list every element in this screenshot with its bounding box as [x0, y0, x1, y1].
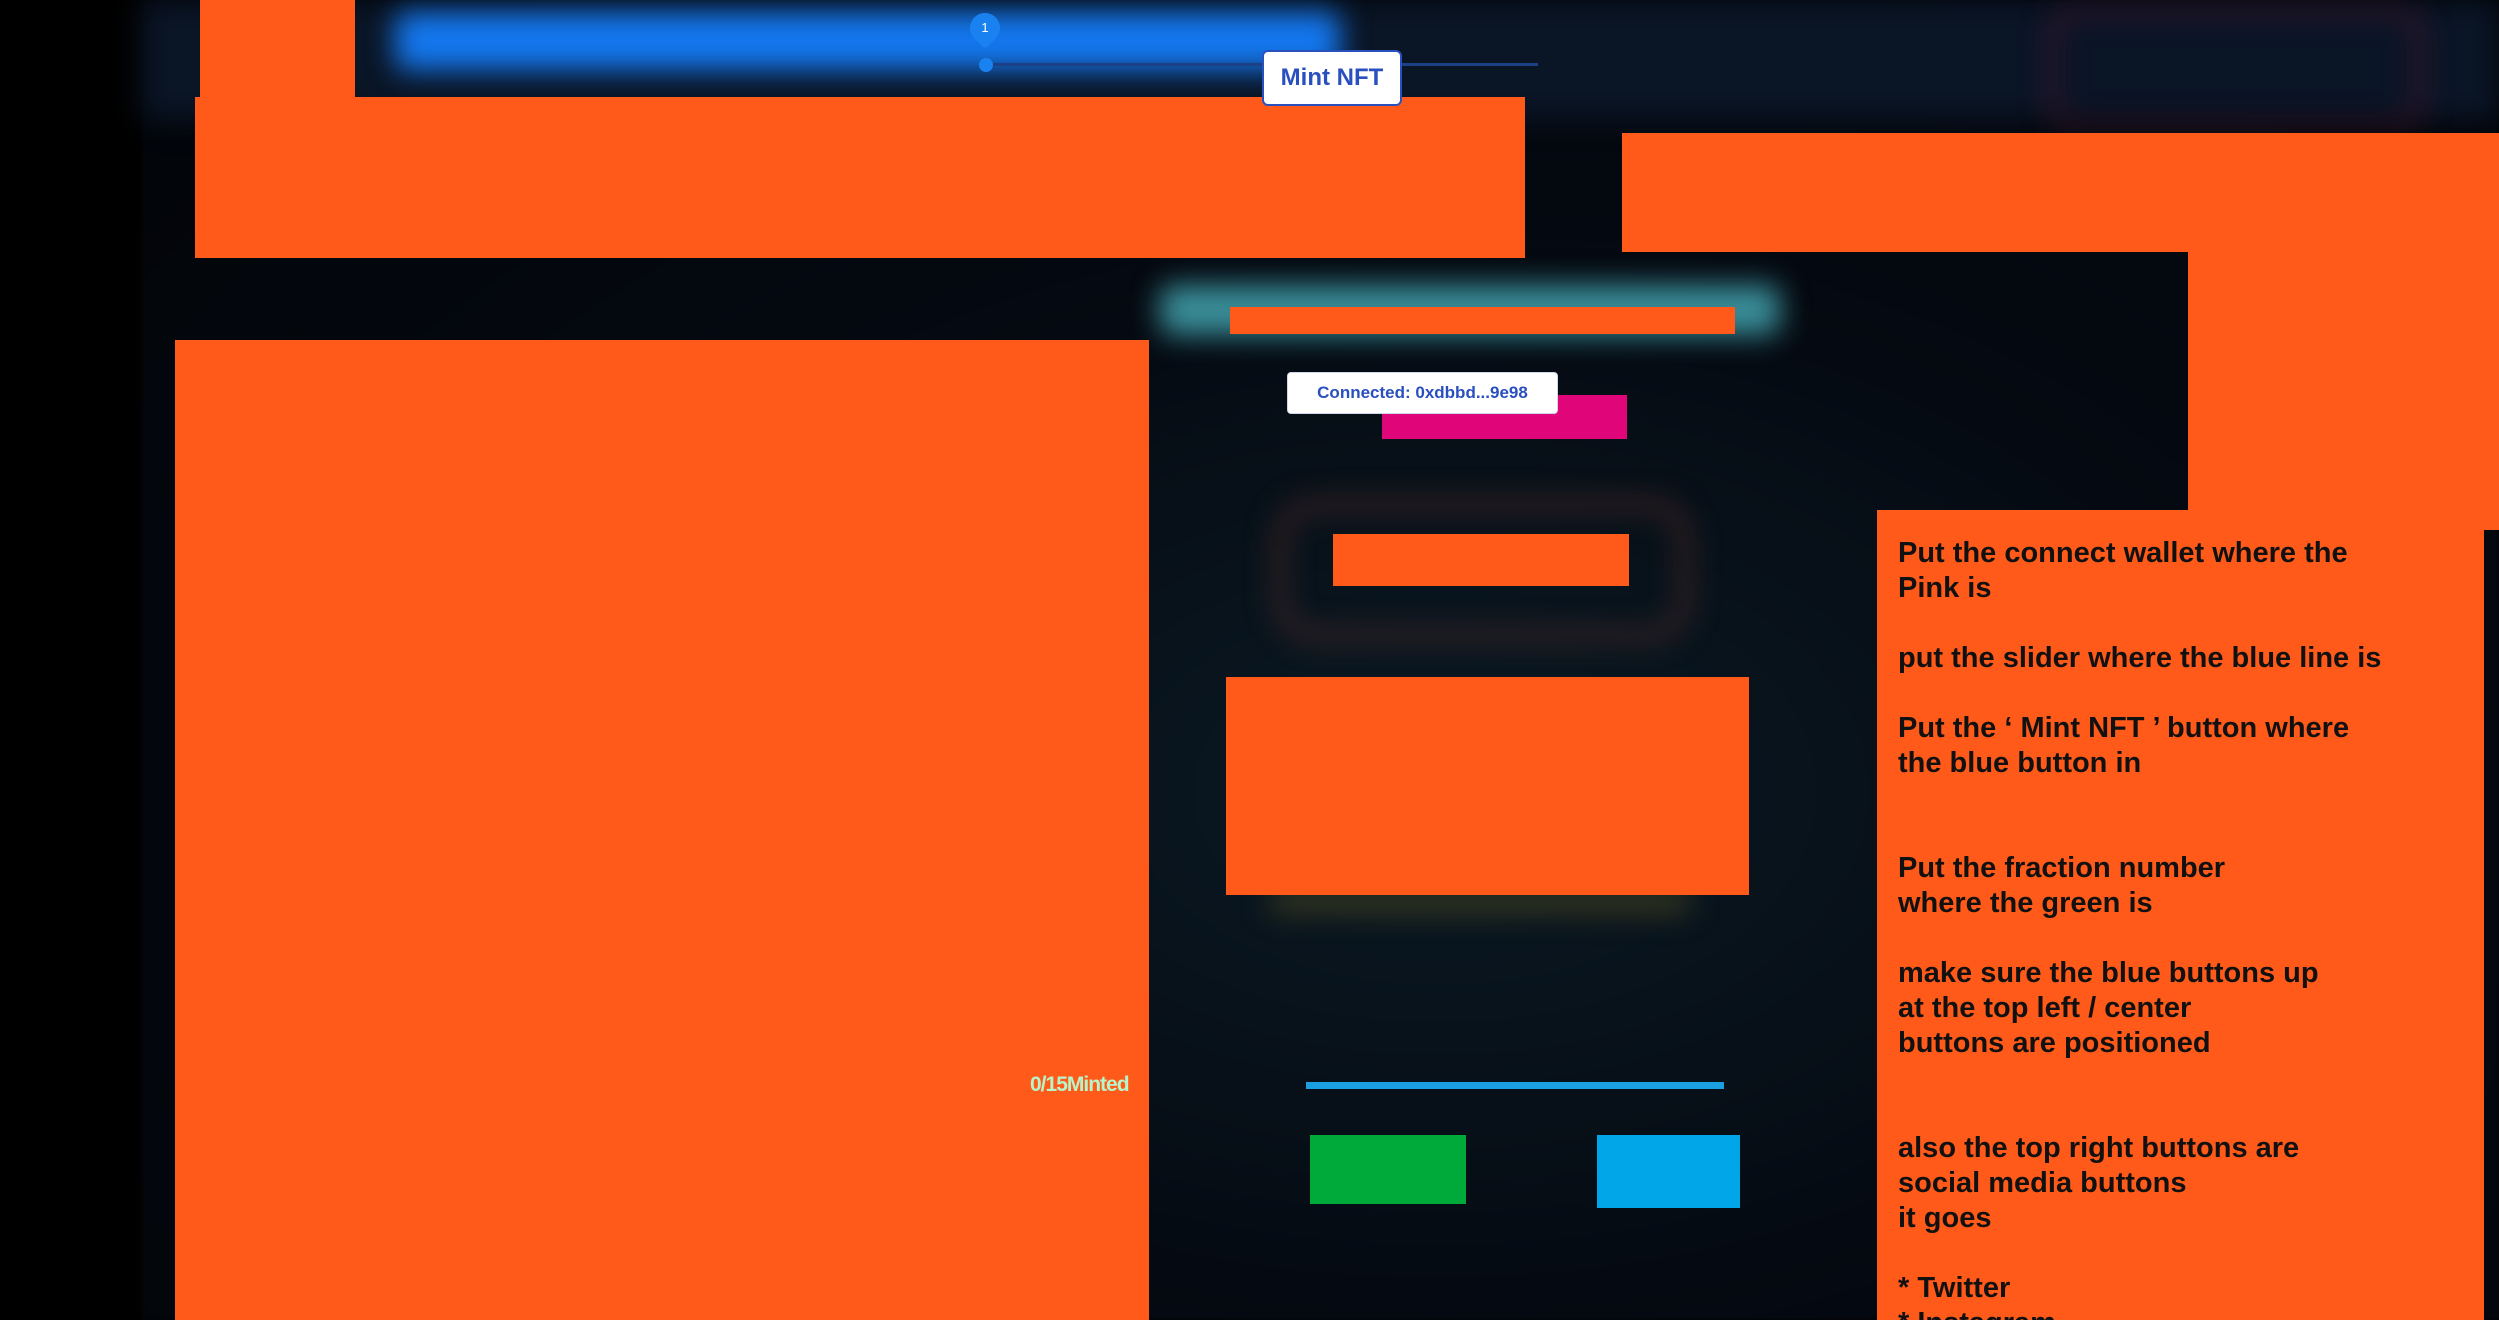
note-line: Put the fraction number where the green …	[1898, 852, 2226, 919]
annotation-block-mint-area	[1333, 534, 1629, 586]
minted-counter: 0/15Minted	[1030, 1073, 1130, 1096]
wallet-connected-button[interactable]: Connected: 0xdbbd...9e98	[1287, 372, 1558, 414]
annotation-block-right-column	[2188, 240, 2499, 530]
note-line: put the slider where the blue line is	[1898, 642, 2382, 674]
note-line: * Twitter * Instagram	[1898, 1272, 2056, 1320]
annotation-block-nav-bar	[1230, 307, 1735, 334]
annotation-block-left-panel	[175, 340, 1149, 1320]
slider-thumb[interactable]	[979, 58, 993, 72]
note-line: Put the ‘ Mint NFT ’ button where the bl…	[1898, 712, 2350, 779]
mint-nft-button[interactable]: Mint NFT	[1262, 50, 1402, 106]
instructions-note: Put the connect wallet where the Pink is…	[1877, 510, 2484, 1320]
blurred-social-frame	[2050, 8, 2422, 130]
annotation-block-top-left	[200, 0, 355, 100]
slider-value-label: 1	[981, 20, 989, 35]
mint-button-placeholder	[1597, 1135, 1740, 1208]
note-line: Put the connect wallet where the Pink is	[1898, 537, 2348, 604]
note-line: make sure the blue buttons up at the top…	[1898, 957, 2319, 1059]
annotation-block-header	[195, 97, 1525, 258]
annotation-block-top-right	[1622, 133, 2499, 252]
blurred-top-buttons	[395, 12, 1340, 70]
fraction-placeholder	[1310, 1135, 1466, 1204]
slider-placeholder-line	[1306, 1082, 1724, 1089]
note-line: also the top right buttons are social me…	[1898, 1132, 2300, 1234]
annotation-block-center-panel	[1226, 677, 1749, 895]
